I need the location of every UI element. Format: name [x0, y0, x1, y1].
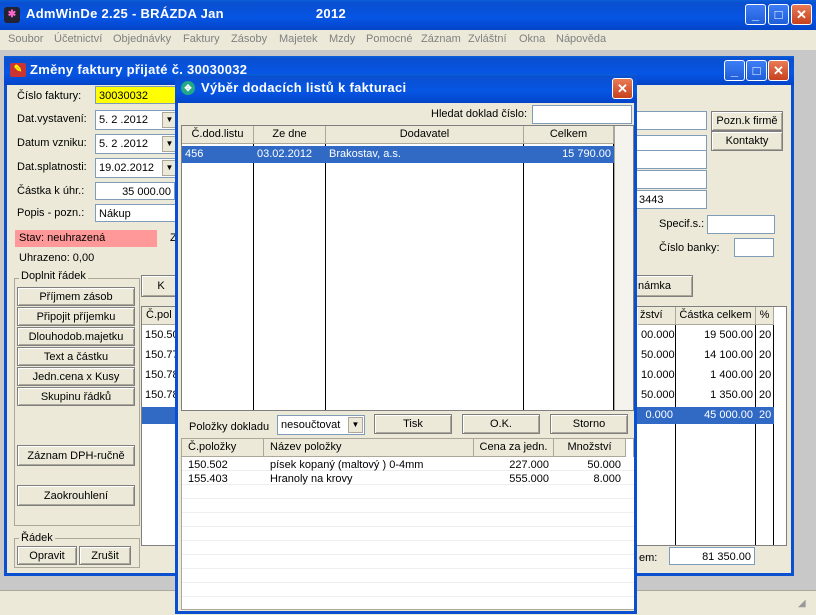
specif-label: Specif.s.: [659, 218, 705, 230]
cislo-faktury-label: Číslo faktury: [17, 90, 82, 102]
dialog-icon: ✥ [181, 81, 195, 95]
jedn-cena-kusy-button[interactable]: Jedn.cena x Kusy [17, 367, 135, 386]
header-cislo-dod-listu[interactable]: Č.dod.listu [182, 126, 254, 144]
menu-ucetnictvi[interactable]: Účetnictví [54, 33, 102, 45]
delivery-notes-grid[interactable]: Č.dod.listu Ze dne Dodavatel Celkem 456 … [181, 125, 634, 411]
stav-badge: Stav: neuhrazená [15, 230, 157, 247]
opravit-button[interactable]: Opravit [17, 546, 77, 565]
dialog-title-bar: ✥ Výběr dodacích listů k fakturaci ✕ [175, 74, 637, 103]
grid-header-mnozstvi[interactable]: žství [638, 307, 676, 325]
celkem-label: em: [639, 552, 658, 564]
castka-field[interactable]: 35 000.00 [95, 182, 175, 200]
item-header-mnozstvi[interactable]: Množství [554, 439, 626, 457]
zrusit-button[interactable]: Zrušit [79, 546, 131, 565]
hledat-input[interactable] [532, 105, 632, 124]
uhrazeno-label: Uhrazeno: 0,00 [19, 252, 95, 264]
invoice-maximize-button[interactable]: □ [746, 60, 767, 81]
tisk-button[interactable]: Tisk [374, 414, 452, 434]
item-header-cena[interactable]: Cena za jedn. [474, 439, 554, 457]
right-field-4[interactable] [635, 170, 707, 189]
menu-okna[interactable]: Okna [519, 33, 545, 45]
datum-splatnosti-field[interactable]: 19.02.2012 ▼ [95, 158, 179, 178]
zaokrouhleni-button[interactable]: Zaokrouhlení [17, 485, 135, 506]
doplnit-radek-label: Doplnit řádek [19, 270, 88, 282]
grid-header-castka[interactable]: Částka celkem [676, 307, 756, 325]
menu-zvlastni[interactable]: Zvláštní [468, 33, 507, 45]
storno-button[interactable]: Storno [550, 414, 628, 434]
dlouhodob-majetku-button[interactable]: Dlouhodob.majetku [17, 327, 135, 346]
celkem-field: 81 350.00 [669, 547, 755, 565]
cislo-banky-label: Číslo banky: [659, 242, 720, 254]
menu-objednavky[interactable]: Objednávky [113, 33, 171, 45]
app-logo-icon: ✱ [4, 7, 20, 23]
zaznam-dph-rucne-button[interactable]: Záznam DPH-ručně [17, 445, 135, 466]
menu-soubor[interactable]: Soubor [8, 33, 43, 45]
dialog-title: Výběr dodacích listů k fakturaci [201, 80, 407, 95]
menu-napoveda[interactable]: Nápověda [556, 33, 606, 45]
resize-grip-icon[interactable]: ◢ [798, 598, 812, 612]
menu-zasoby[interactable]: Zásoby [231, 33, 267, 45]
polozky-select[interactable]: nesoučtovat ▼ [277, 415, 365, 435]
datum-splatnosti-label: Dat.splatnosti: [17, 161, 87, 173]
right-code-field[interactable]: 3443 [635, 190, 707, 209]
cislo-faktury-field[interactable]: 30030032 [95, 86, 183, 104]
datum-vzniku-field[interactable]: 5. 2 .2012 ▼ [95, 134, 179, 154]
right-field-1[interactable] [635, 111, 707, 130]
prijmem-zasob-button[interactable]: Příjmem zásob [17, 287, 135, 306]
close-button[interactable]: ✕ [791, 4, 812, 25]
datum-vystaveni-label: Dat.vystavení: [17, 113, 87, 125]
pripojit-prijemku-button[interactable]: Připojit příjemku [17, 307, 135, 326]
menu-faktury[interactable]: Faktury [183, 33, 220, 45]
menu-majetek[interactable]: Majetek [279, 33, 318, 45]
radek-label: Řádek [19, 532, 55, 544]
poznamka-k-firme-button[interactable]: Pozn.k firmě [711, 111, 783, 131]
menu-pomocne[interactable]: Pomocné [366, 33, 412, 45]
ok-button[interactable]: O.K. [462, 414, 540, 434]
skupinu-radku-button[interactable]: Skupinu řádků [17, 387, 135, 406]
text-a-castku-button[interactable]: Text a částku [17, 347, 135, 366]
castka-label: Částka k úhr.: [17, 185, 85, 197]
kontakty-button[interactable]: Kontakty [711, 131, 783, 151]
list-item[interactable]: 155.403 [185, 473, 267, 486]
maximize-button[interactable]: □ [768, 4, 789, 25]
grid-header-procento[interactable]: % [756, 307, 774, 325]
scrollbar[interactable] [614, 126, 633, 410]
minimize-button[interactable]: _ [745, 4, 766, 25]
hledat-label: Hledat doklad číslo: [431, 108, 527, 120]
items-grid[interactable]: Č.položky Název položky Cena za jedn. Mn… [181, 438, 634, 610]
popis-label: Popis - pozn.: [17, 207, 85, 219]
menu-zaznam[interactable]: Záznam [421, 33, 461, 45]
chevron-down-icon[interactable]: ▼ [348, 417, 363, 433]
invoice-minimize-button[interactable]: _ [724, 60, 745, 81]
invoice-close-button[interactable]: ✕ [768, 60, 789, 81]
dialog-close-button[interactable]: ✕ [612, 78, 633, 99]
menu-bar: Soubor Účetnictví Objednávky Faktury Zás… [0, 30, 816, 50]
popis-field[interactable]: Nákup [95, 204, 181, 222]
item-header-cislo[interactable]: Č.položky [182, 439, 264, 457]
app-title-bar: ✱ AdmWinDe 2.25 - BRÁZDA Jan 2012 _ □ ✕ [0, 0, 816, 30]
right-field-3[interactable] [635, 150, 707, 169]
header-ze-dne[interactable]: Ze dne [254, 126, 326, 144]
cislo-banky-field[interactable] [734, 238, 774, 257]
poznamka-button[interactable]: námka [635, 275, 693, 297]
header-celkem[interactable]: Celkem [524, 126, 614, 144]
item-header-nazev[interactable]: Název položky [264, 439, 474, 457]
dialog-window: ✥ Výběr dodacích listů k fakturaci ✕ Hle… [175, 74, 637, 614]
specif-field[interactable] [707, 215, 775, 234]
menu-mzdy[interactable]: Mzdy [329, 33, 355, 45]
datum-vystaveni-field[interactable]: 5. 2 .2012 ▼ [95, 110, 179, 130]
datum-vzniku-label: Datum vzniku: [17, 137, 87, 149]
app-title: AdmWinDe 2.25 - BRÁZDA Jan 2012 [26, 6, 347, 21]
header-dodavatel[interactable]: Dodavatel [326, 126, 524, 144]
list-item[interactable]: 150.502 [185, 459, 267, 472]
polozky-dokladu-label: Položky dokladu [189, 421, 270, 433]
invoice-icon: ✎ [10, 63, 26, 77]
